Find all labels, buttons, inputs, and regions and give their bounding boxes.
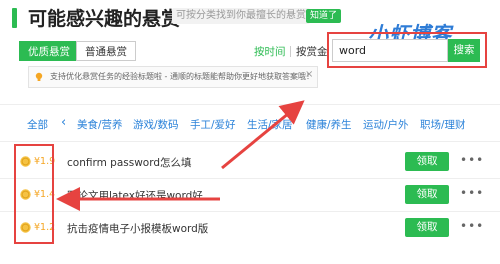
annotation-arrows <box>56 100 305 211</box>
arrow-to-search <box>221 100 305 170</box>
